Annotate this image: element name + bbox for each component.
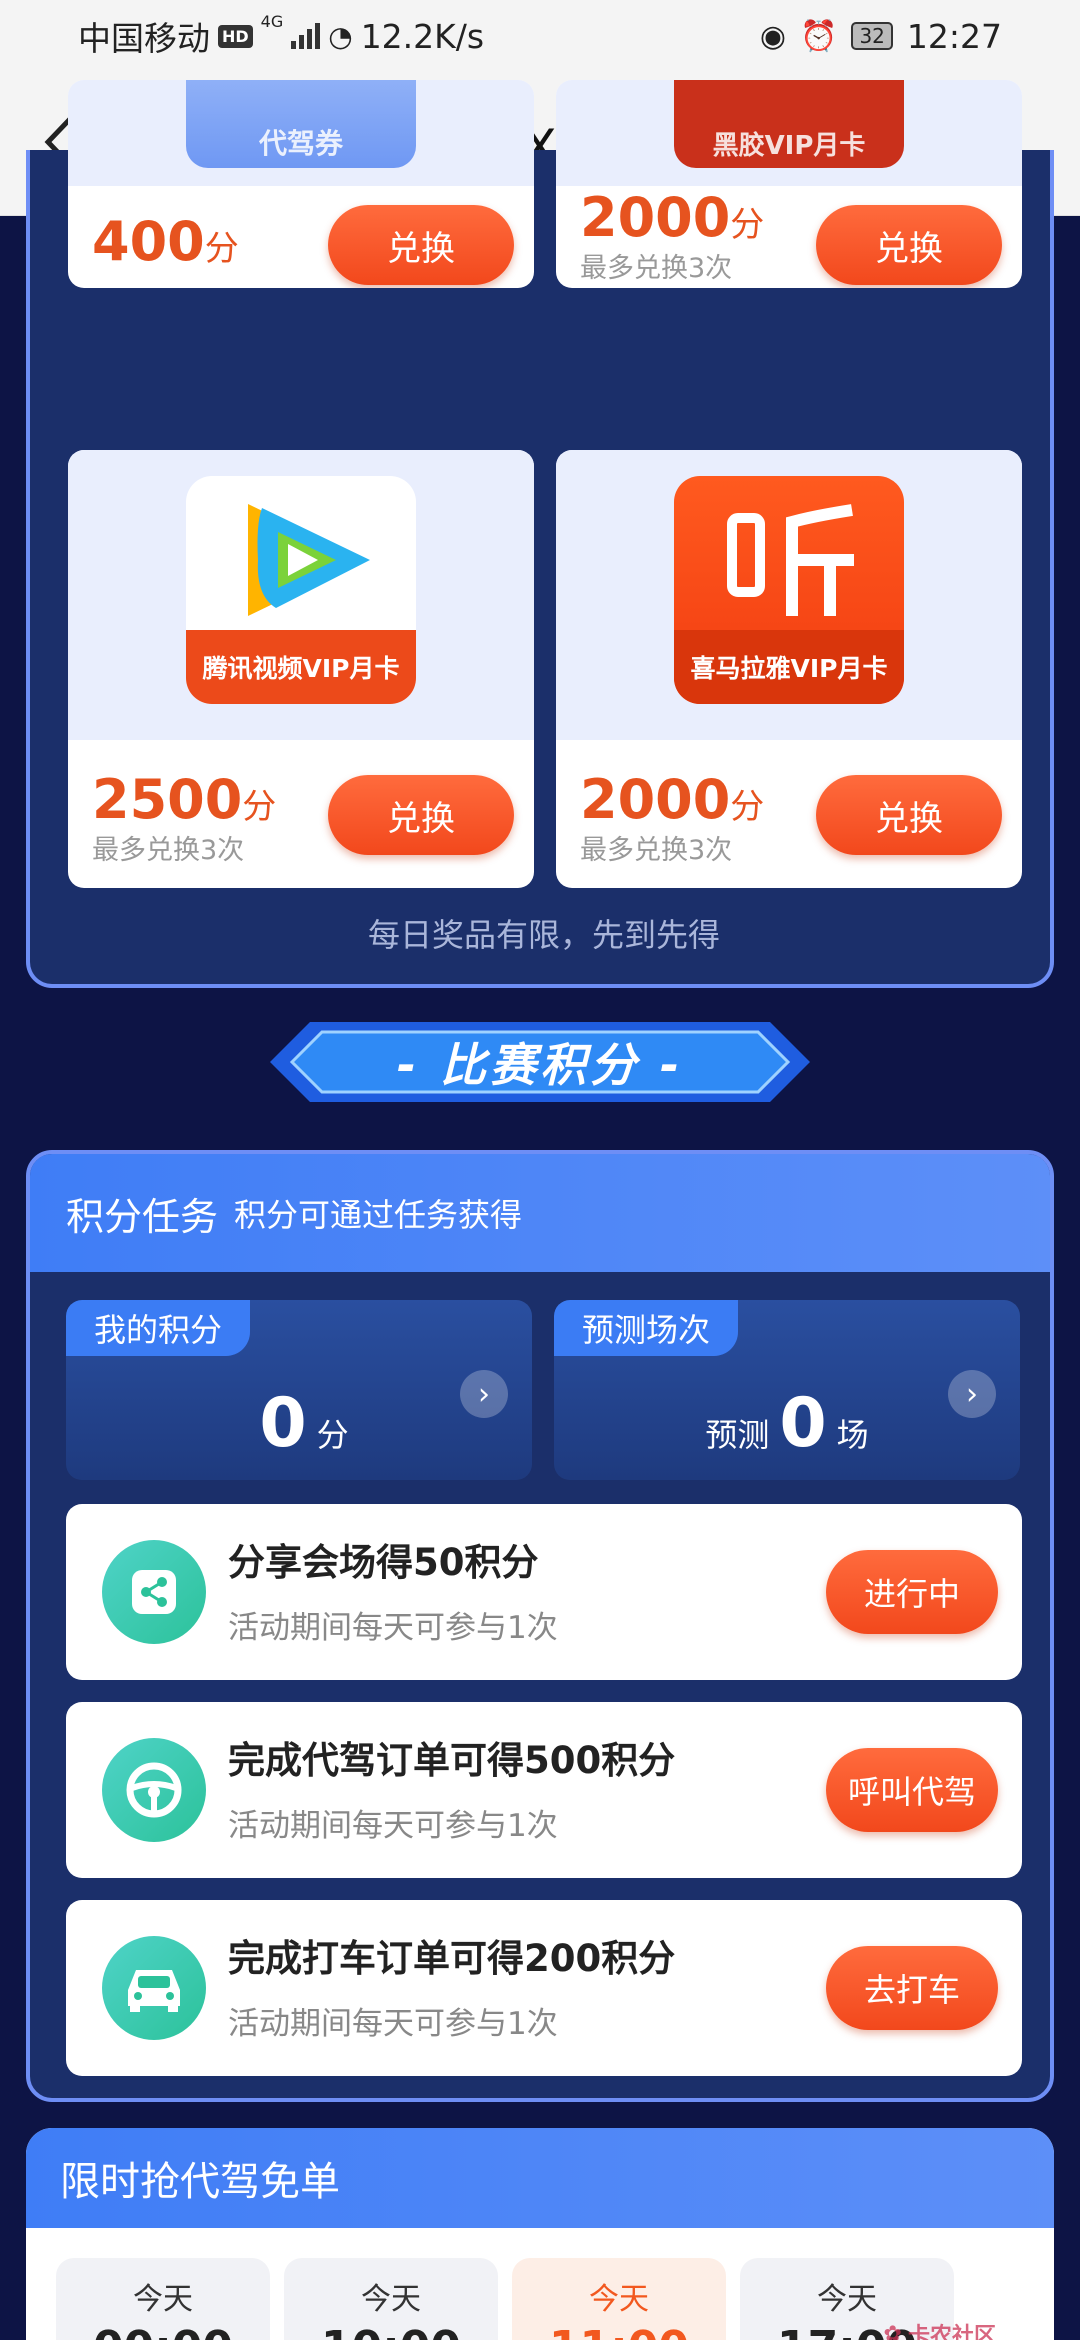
exchange-limit-note: 最多兑换3次 xyxy=(580,253,733,284)
steering-wheel-icon xyxy=(102,1738,206,1842)
flower-icon: ✿ xyxy=(883,2321,902,2340)
reward-card-heijiao: 黑胶VIP月卡 2000分 最多兑换3次 兑换 xyxy=(556,80,1022,288)
eye-icon: ◉ xyxy=(759,18,787,54)
my-points-card[interactable]: 我的积分 0 分 › xyxy=(66,1300,532,1480)
status-left: 中国移动 HD 4G ◔ 12.2K/s xyxy=(78,12,484,60)
time-slot-active[interactable]: 今天 11:00 xyxy=(512,2258,726,2340)
limited-notice: 每日奖品有限，先到先得 xyxy=(367,916,720,954)
predictions-label: 预测场次 xyxy=(554,1300,739,1356)
status-right: ◉ ⏰ 32 12:27 xyxy=(760,17,1002,56)
daijia-coupon-logo: 代驾券 xyxy=(186,80,416,168)
reward-card-ximalaya: 喜马拉雅VIP月卡 2000分 最多兑换3次 兑换 xyxy=(556,450,1022,888)
exchange-limit-note: 最多兑换3次 xyxy=(92,835,245,866)
network-type: 4G xyxy=(260,12,284,31)
banner-title: - 比赛积分 - xyxy=(396,1038,684,1092)
task-panel-header: 积分任务 积分可通过任务获得 xyxy=(30,1154,1050,1272)
exchange-button[interactable]: 兑换 xyxy=(816,775,1002,855)
ximalaya-logo: 喜马拉雅VIP月卡 xyxy=(674,476,904,704)
time-slot[interactable]: 今天 10:00 xyxy=(284,2258,498,2340)
task-in-progress-button[interactable]: 进行中 xyxy=(826,1550,998,1634)
chevron-right-icon[interactable]: › xyxy=(948,1370,996,1418)
exchange-button[interactable]: 兑换 xyxy=(328,775,514,855)
free-daijia-title: 限时抢代驾免单 xyxy=(26,2128,1054,2228)
task-title: 完成打车订单可得200积分 xyxy=(228,1937,676,1980)
chevron-right-icon[interactable]: › xyxy=(460,1370,508,1418)
exchange-button[interactable]: 兑换 xyxy=(328,205,514,285)
task-desc: 活动期间每天可参与1次 xyxy=(228,1808,558,1844)
network-speed: 12.2K/s xyxy=(360,16,485,56)
task-desc: 活动期间每天可参与1次 xyxy=(228,2006,558,2042)
carrier-name: 中国移动 xyxy=(78,19,210,58)
tencent-video-label: 腾讯视频VIP月卡 xyxy=(186,630,416,704)
predictions-card[interactable]: 预测场次 预测 0 场 › xyxy=(554,1300,1020,1480)
exchange-button[interactable]: 兑换 xyxy=(816,205,1002,285)
reward-points: 2000分 xyxy=(580,768,765,831)
battery-icon: 32 xyxy=(851,22,893,50)
listen-icon xyxy=(727,504,854,616)
ximalaya-label: 喜马拉雅VIP月卡 xyxy=(674,630,904,704)
reward-card-tencent-video: 腾讯视频VIP月卡 2500分 最多兑换3次 兑换 xyxy=(68,450,534,888)
status-bar: 中国移动 HD 4G ◔ 12.2K/s ◉ ⏰ 32 12:27 xyxy=(0,0,1080,72)
task-taxi-order: 完成打车订单可得200积分 活动期间每天可参与1次 去打车 xyxy=(66,1900,1022,2076)
task-desc: 活动期间每天可参与1次 xyxy=(228,1610,558,1646)
share-icon xyxy=(102,1540,206,1644)
watermark-text: 卡农社区 xyxy=(907,2324,996,2340)
free-daijia-panel: 限时抢代驾免单 今天 00:00 今天 10:00 今天 11:00 今天 17… xyxy=(26,2128,1054,2340)
exchange-limit-note: 最多兑换3次 xyxy=(580,835,733,866)
alarm-icon: ⏰ xyxy=(800,18,838,54)
wifi-icon: ◔ xyxy=(328,19,353,53)
car-icon xyxy=(102,1936,206,2040)
signal-icon xyxy=(291,23,321,49)
points-task-panel: 积分任务 积分可通过任务获得 我的积分 0 分 › 预测场次 预测 0 场 › … xyxy=(26,1150,1054,2102)
clock: 12:27 xyxy=(906,16,1002,56)
heijiao-vip-logo: 黑胶VIP月卡 xyxy=(674,80,904,168)
time-slot[interactable]: 今天 00:00 xyxy=(56,2258,270,2340)
task-panel-subtitle: 积分可通过任务获得 xyxy=(234,1196,523,1234)
task-share: 分享会场得50积分 活动期间每天可参与1次 进行中 xyxy=(66,1504,1022,1680)
go-taxi-button[interactable]: 去打车 xyxy=(826,1946,998,2030)
task-daijia-order: 完成代驾订单可得500积分 活动期间每天可参与1次 呼叫代驾 xyxy=(66,1702,1022,1878)
rewards-panel: 代驾券 400分 兑换 黑胶VIP月卡 2000分 最多兑换3次 兑换 腾讯视频… xyxy=(26,80,1054,988)
reward-image-area: 代驾券 xyxy=(68,80,534,186)
task-title: 完成代驾订单可得500积分 xyxy=(228,1739,676,1782)
play-icon xyxy=(248,504,370,616)
battery-level: 32 xyxy=(859,24,885,48)
call-daijia-button[interactable]: 呼叫代驾 xyxy=(826,1748,998,1832)
reward-card-daijia: 代驾券 400分 兑换 xyxy=(68,80,534,288)
section-banner: - 比赛积分 - xyxy=(270,1012,810,1112)
reward-points: 2500分 xyxy=(92,768,277,831)
watermark: ✿ 卡农社区 xyxy=(884,2318,996,2340)
hd-badge: HD xyxy=(218,24,253,48)
task-title: 分享会场得50积分 xyxy=(228,1541,539,1584)
reward-points: 2000分 xyxy=(580,186,765,249)
my-points-label: 我的积分 xyxy=(66,1300,251,1356)
reward-image-area: 黑胶VIP月卡 xyxy=(556,80,1022,186)
task-panel-title: 积分任务 xyxy=(66,1194,219,1239)
tencent-video-logo: 腾讯视频VIP月卡 xyxy=(186,476,416,704)
reward-points: 400分 xyxy=(92,210,239,273)
